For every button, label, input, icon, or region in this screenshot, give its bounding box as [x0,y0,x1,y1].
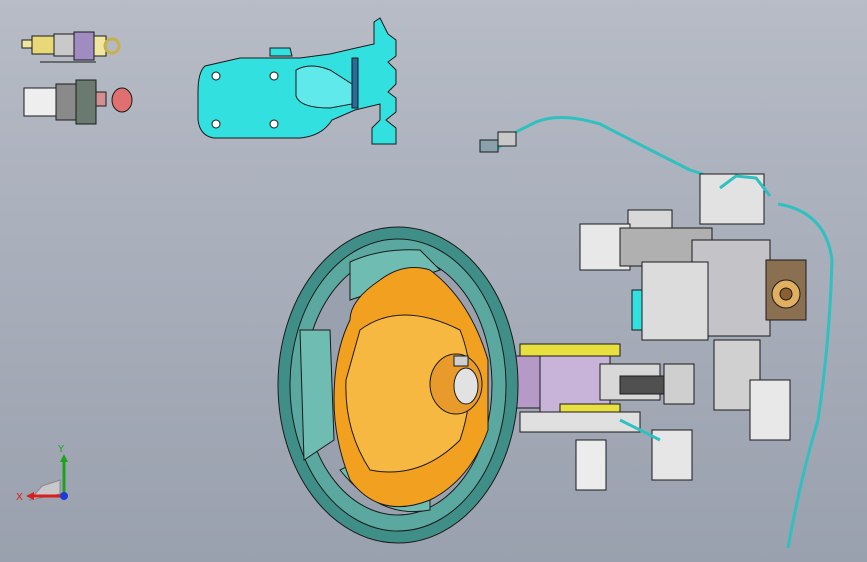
steering-wheel-part[interactable] [277,226,519,544]
cyan-bracket-part[interactable] [197,17,397,145]
z-axis-icon [60,492,68,500]
cad-viewport[interactable]: X Y [0,0,867,562]
small-switch-part-top[interactable] [21,31,121,63]
x-axis-label: X [16,492,23,503]
small-switch-part-bottom[interactable] [23,79,133,125]
y-axis-label: Y [57,444,65,455]
axis-triad: X Y [16,444,68,503]
